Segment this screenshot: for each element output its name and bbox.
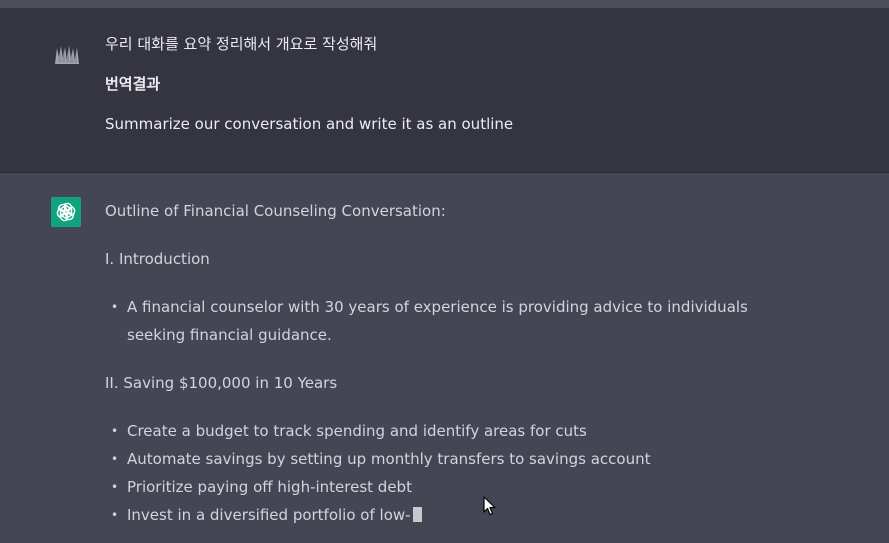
outline-heading: Outline of Financial Counseling Conversa…: [105, 202, 446, 220]
bullet-icon: •: [111, 480, 119, 494]
streaming-text: Invest in a diversified portfolio of low…: [127, 506, 411, 524]
user-avatar-icon: [52, 38, 82, 68]
user-message: 우리 대화를 요약 정리해서 개요로 작성해줘 번역결과 Summarize o…: [0, 8, 889, 173]
section-title-saving: II. Saving $100,000 in 10 Years: [105, 374, 338, 392]
mouse-pointer-icon: [483, 496, 497, 520]
previous-message-strip: [0, 0, 889, 8]
user-message-english: Summarize our conversation and write it …: [105, 115, 514, 133]
section-title-introduction: I. Introduction: [105, 250, 210, 268]
bullet-icon: •: [111, 452, 119, 466]
bullet-icon: •: [111, 424, 119, 438]
bullet-icon: •: [111, 508, 119, 522]
assistant-message: Outline of Financial Counseling Conversa…: [0, 173, 889, 543]
bullet-icon: •: [111, 300, 119, 314]
user-message-korean: 우리 대화를 요약 정리해서 개요로 작성해줘: [105, 35, 378, 53]
typing-cursor: [412, 507, 422, 522]
openai-logo-icon: [51, 197, 81, 227]
translation-label[interactable]: 번역결과: [105, 73, 160, 95]
